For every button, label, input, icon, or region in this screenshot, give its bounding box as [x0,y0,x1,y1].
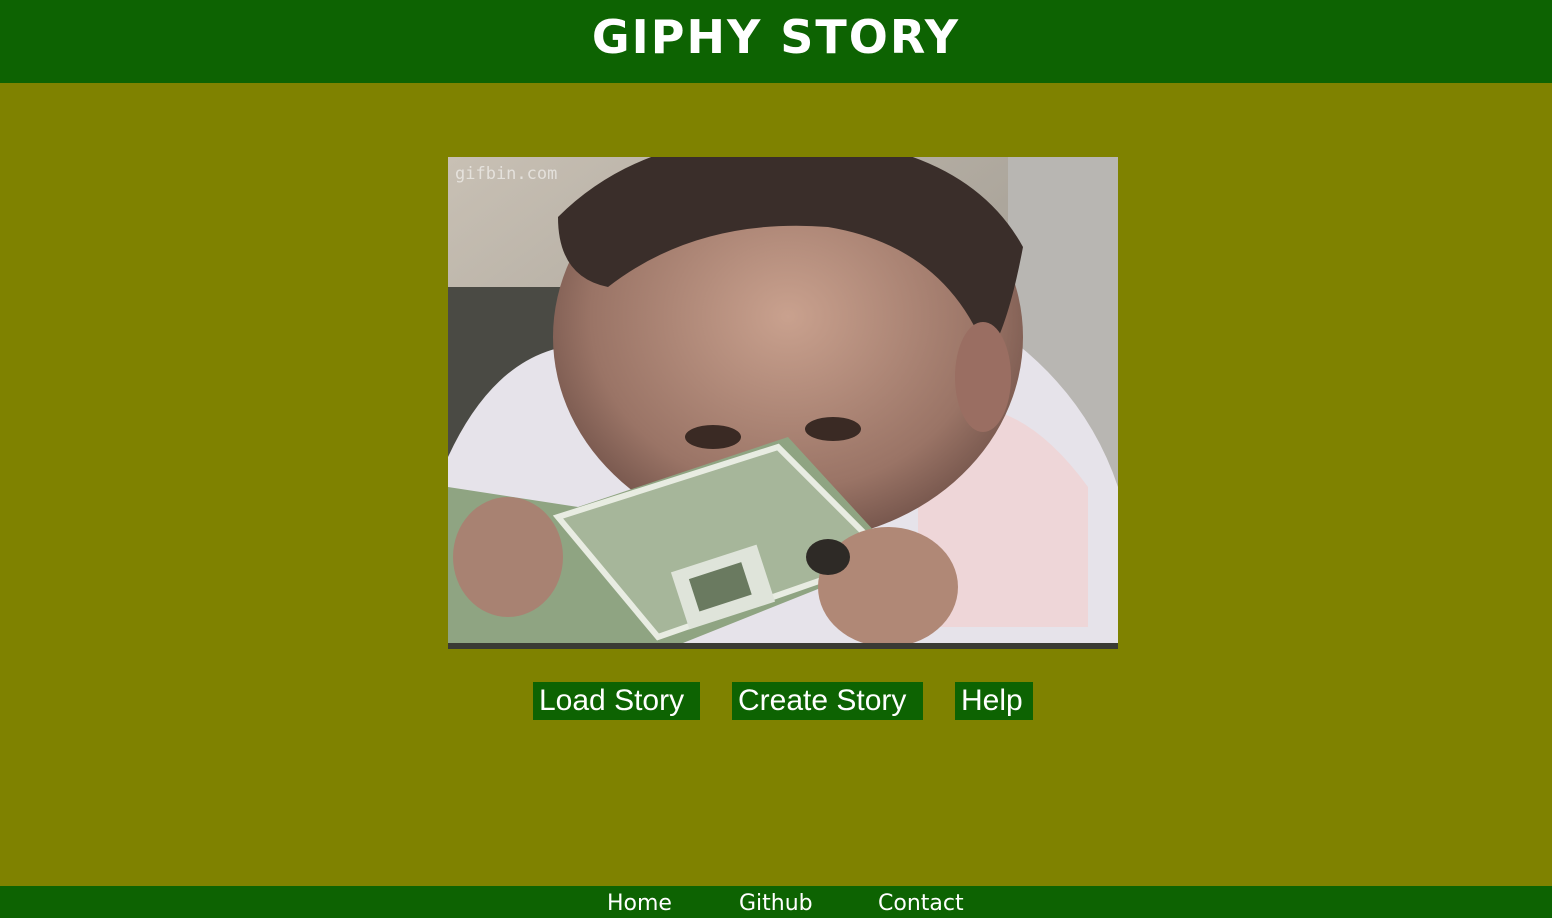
footer-link-contact[interactable]: Contact [878,888,964,918]
load-story-button[interactable]: Load Story [533,682,700,720]
story-gif-image [448,157,1118,649]
gif-watermark: gifbin.com [455,164,558,184]
create-story-button[interactable]: Create Story [732,682,923,720]
site-header: GIPHY STORY [0,0,1552,83]
footer-link-github[interactable]: Github [739,888,813,918]
footer-link-home[interactable]: Home [607,888,672,918]
story-actions: Load Story Create Story Help [0,682,1552,720]
site-title: GIPHY STORY [591,9,961,64]
site-footer: Home Github Contact [0,886,1552,918]
help-button[interactable]: Help [955,682,1033,720]
